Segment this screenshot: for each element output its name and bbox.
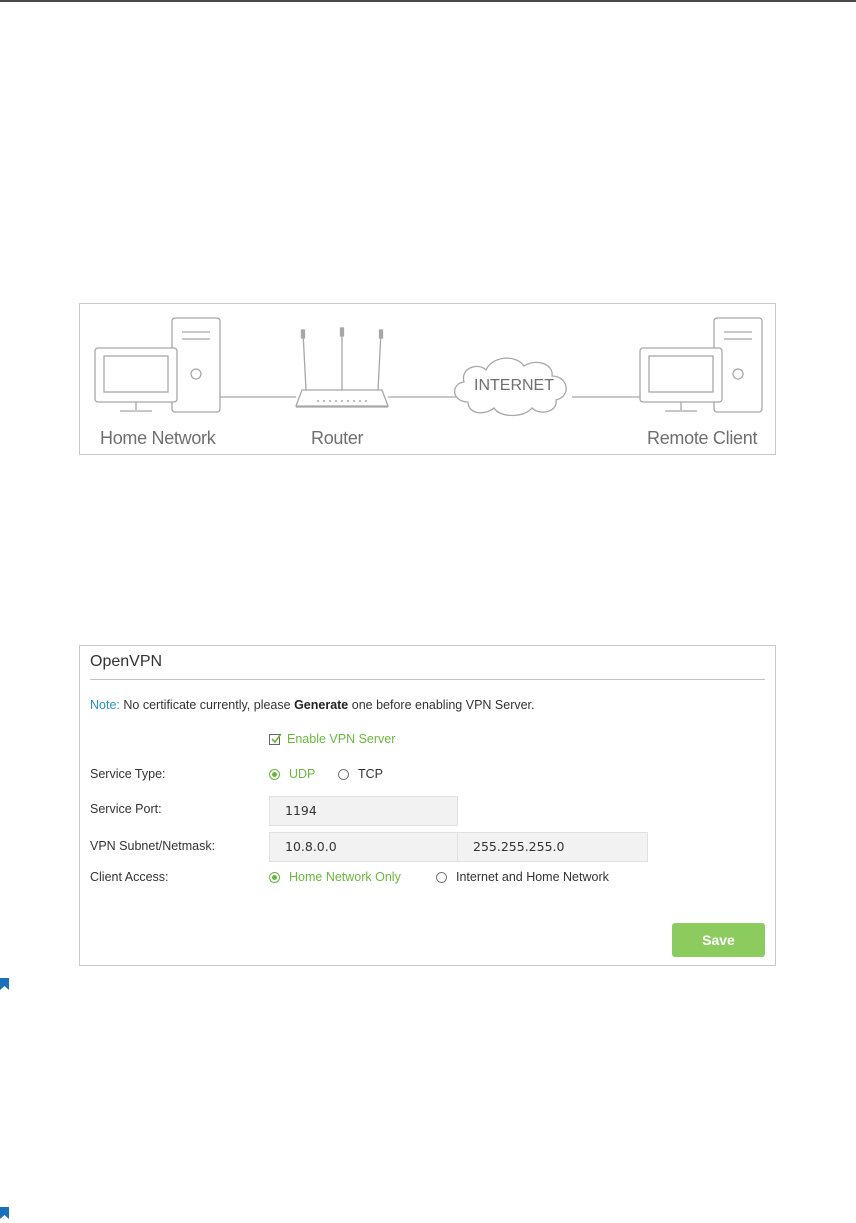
note-generate-text: Generate bbox=[294, 698, 349, 712]
home-network-label: Home Network bbox=[100, 428, 216, 448]
vpn-netmask-input[interactable]: 255.255.255.0 bbox=[457, 832, 648, 862]
router-icon bbox=[295, 327, 389, 408]
note-text-before: No certificate currently, please bbox=[123, 698, 291, 712]
panel-title: OpenVPN bbox=[90, 653, 163, 670]
service-port-input[interactable]: 1194 bbox=[269, 796, 458, 826]
note-label: Note: bbox=[90, 698, 120, 712]
router-label: Router bbox=[311, 428, 364, 448]
enable-vpn-server-label: Enable VPN Server bbox=[287, 732, 396, 746]
radio-icon[interactable] bbox=[436, 871, 447, 883]
checkbox-icon[interactable] bbox=[269, 733, 282, 745]
client-access-home-only-radio[interactable]: Home Network Only bbox=[269, 870, 401, 884]
note-text-after: one before enabling VPN Server. bbox=[351, 698, 535, 712]
remote-client-label: Remote Client bbox=[647, 428, 758, 448]
enable-vpn-server-checkbox[interactable]: Enable VPN Server bbox=[269, 732, 395, 746]
openvpn-panel: OpenVPN Note: No certificate currently, … bbox=[79, 645, 776, 966]
udp-label: UDP bbox=[289, 767, 316, 781]
radio-icon[interactable] bbox=[269, 768, 280, 780]
page-top-rule bbox=[0, 0, 856, 2]
home-network-only-label: Home Network Only bbox=[289, 870, 401, 884]
client-access-label: Client Access: bbox=[90, 870, 169, 884]
radio-icon[interactable] bbox=[269, 871, 280, 883]
vpn-subnet-label: VPN Subnet/Netmask: bbox=[90, 839, 216, 853]
internet-label: INTERNET bbox=[474, 377, 554, 394]
panel-divider bbox=[90, 679, 765, 680]
service-type-tcp-radio[interactable]: TCP bbox=[338, 767, 383, 781]
service-type-label: Service Type: bbox=[90, 767, 166, 781]
bookmark-icon bbox=[0, 1207, 9, 1219]
tcp-label: TCP bbox=[358, 767, 383, 781]
internet-and-home-network-label: Internet and Home Network bbox=[456, 870, 609, 884]
certificate-note: Note: No certificate currently, please G… bbox=[90, 698, 535, 712]
bookmark-icon bbox=[0, 978, 9, 990]
save-button[interactable]: Save bbox=[672, 923, 765, 957]
service-type-udp-radio[interactable]: UDP bbox=[269, 767, 315, 781]
client-access-internet-home-radio[interactable]: Internet and Home Network bbox=[436, 870, 609, 884]
service-port-label: Service Port: bbox=[90, 802, 162, 816]
network-diagram: INTERNET Home Network Router Remote Clie… bbox=[79, 303, 776, 455]
radio-icon[interactable] bbox=[338, 768, 349, 780]
vpn-subnet-input[interactable]: 10.8.0.0 bbox=[269, 832, 458, 862]
